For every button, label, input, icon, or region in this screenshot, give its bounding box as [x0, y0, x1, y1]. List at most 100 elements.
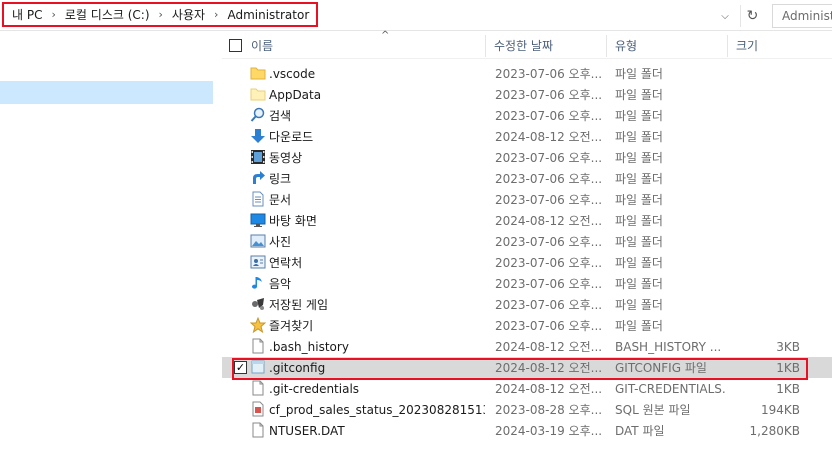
links-folder-icon [250, 170, 266, 186]
folder-icon [250, 86, 266, 102]
file-row[interactable]: 다운로드 2024-08-12 오전... 파일 폴더 [222, 126, 832, 147]
file-name: 바탕 화면 [269, 214, 317, 228]
file-type: DAT 파일 [615, 424, 665, 438]
file-size: 1KB [776, 360, 800, 375]
file-modified: 2023-07-06 오후... [495, 88, 603, 102]
file-modified: 2024-08-12 오전... [495, 214, 603, 228]
file-row[interactable]: 동영상 2023-07-06 오후... 파일 폴더 [222, 147, 832, 168]
file-row[interactable]: 문서 2023-07-06 오후... 파일 폴더 [222, 189, 832, 210]
file-name: 링크 [269, 172, 292, 186]
file-name: 즐겨찾기 [269, 319, 314, 333]
file-modified: 2023-07-06 오후... [495, 67, 603, 81]
file-type: 파일 폴더 [615, 319, 663, 333]
file-type: BASH_HISTORY ... [615, 339, 722, 354]
file-name: 검색 [269, 109, 292, 123]
nav-item-selected[interactable] [0, 81, 213, 104]
file-row[interactable]: 사진 2023-07-06 오후... 파일 폴더 [222, 231, 832, 252]
file-row[interactable]: .vscode 2023-07-06 오후... 파일 폴더 [222, 63, 832, 84]
file-size [730, 147, 800, 168]
file-type: 파일 폴더 [615, 277, 663, 291]
file-type: 파일 폴더 [615, 298, 663, 312]
column-type[interactable]: 유형 [615, 31, 725, 59]
file-row[interactable]: 저장된 게임 2023-07-06 오후... 파일 폴더 [222, 294, 832, 315]
file-name: 문서 [269, 193, 292, 207]
column-modified[interactable]: 수정한 날짜 [494, 31, 604, 59]
config-file-icon [250, 359, 266, 375]
file-row[interactable]: cf_prod_sales_status_202308281513.... 20… [222, 399, 832, 420]
breadcrumb-local-disk[interactable]: 로컬 디스크 (C:) [65, 6, 150, 23]
column-divider[interactable] [606, 35, 607, 57]
file-type: 파일 폴더 [615, 130, 663, 144]
file-row[interactable]: 연락처 2023-07-06 오후... 파일 폴더 [222, 252, 832, 273]
file-size: 1,280KB [749, 423, 800, 438]
column-size[interactable]: 크기 [736, 31, 806, 59]
search-input[interactable]: Administ [772, 4, 832, 28]
file-size [730, 126, 800, 147]
file-size [730, 105, 800, 126]
file-modified: 2023-07-06 오후... [495, 172, 603, 186]
chevron-right-icon[interactable]: › [214, 8, 218, 21]
breadcrumb-administrator[interactable]: Administrator [227, 8, 309, 22]
file-row[interactable]: 검색 2023-07-06 오후... 파일 폴더 [222, 105, 832, 126]
file-modified: 2023-07-06 오후... [495, 193, 603, 207]
file-row[interactable]: 즐겨찾기 2023-07-06 오후... 파일 폴더 [222, 315, 832, 336]
download-folder-icon [250, 128, 266, 144]
file-type: 파일 폴더 [615, 193, 663, 207]
file-row[interactable]: .bash_history 2024-08-12 오전... BASH_HIST… [222, 336, 832, 357]
address-dropdown-button[interactable]: ⌵ [716, 7, 734, 25]
column-name[interactable]: 이름 ^ [251, 30, 481, 59]
file-name: 연락처 [269, 256, 303, 270]
select-all-checkbox[interactable] [229, 39, 242, 52]
file-type: GITCONFIG 파일 [615, 361, 707, 375]
file-type: 파일 폴더 [615, 67, 663, 81]
file-icon [250, 422, 266, 438]
file-row[interactable]: 음악 2023-07-06 오후... 파일 폴더 [222, 273, 832, 294]
sql-file-icon [250, 401, 266, 417]
file-type: SQL 원본 파일 [615, 403, 691, 417]
column-divider[interactable] [727, 35, 728, 57]
file-name: .bash_history [269, 339, 349, 354]
file-modified: 2024-03-19 오후... [495, 424, 603, 438]
file-name: .gitconfig [269, 360, 326, 375]
file-size [730, 189, 800, 210]
file-modified: 2023-07-06 오후... [495, 298, 603, 312]
breadcrumb-users[interactable]: 사용자 [172, 6, 205, 23]
file-modified: 2024-08-12 오전... [495, 382, 603, 396]
file-row[interactable]: NTUSER.DAT 2024-03-19 오후... DAT 파일 1,280… [222, 420, 832, 441]
search-placeholder: Administ [782, 9, 832, 23]
contacts-folder-icon [250, 254, 266, 270]
refresh-icon: ↻ [746, 8, 759, 24]
file-modified: 2023-07-06 오후... [495, 277, 603, 291]
breadcrumb[interactable]: 내 PC › 로컬 디스크 (C:) › 사용자 › Administrator [2, 2, 318, 27]
file-name: NTUSER.DAT [269, 423, 345, 438]
saved-games-folder-icon [250, 296, 266, 312]
refresh-button[interactable]: ↻ [740, 5, 764, 27]
file-type: 파일 폴더 [615, 256, 663, 270]
breadcrumb-my-pc[interactable]: 내 PC [12, 6, 42, 23]
file-type: GIT-CREDENTIALS... [615, 381, 725, 396]
file-size: 194KB [760, 402, 800, 417]
file-row[interactable]: 링크 2023-07-06 오후... 파일 폴더 [222, 168, 832, 189]
file-type: 파일 폴더 [615, 88, 663, 102]
navigation-pane[interactable] [0, 31, 213, 463]
file-row[interactable]: AppData 2023-07-06 오후... 파일 폴더 [222, 84, 832, 105]
column-divider[interactable] [485, 35, 486, 57]
file-modified: 2023-07-06 오후... [495, 319, 603, 333]
file-size [730, 231, 800, 252]
file-modified: 2024-08-12 오전... [495, 361, 603, 375]
row-checkbox-checked[interactable]: ✓ [234, 361, 247, 374]
file-icon [250, 380, 266, 396]
favorites-folder-icon [249, 316, 267, 334]
file-modified: 2023-08-28 오후... [495, 403, 603, 417]
file-row-selected[interactable]: ✓ .gitconfig 2024-08-12 오전... GITCONFIG … [222, 357, 832, 378]
chevron-right-icon[interactable]: › [51, 8, 55, 21]
chevron-right-icon[interactable]: › [159, 8, 163, 21]
column-header: 이름 ^ 수정한 날짜 유형 크기 [222, 30, 832, 59]
file-size: 1KB [776, 381, 800, 396]
file-name: cf_prod_sales_status_202308281513.... [269, 402, 485, 417]
file-row[interactable]: 바탕 화면 2024-08-12 오전... 파일 폴더 [222, 210, 832, 231]
pictures-folder-icon [250, 233, 266, 249]
file-name: 다운로드 [269, 130, 314, 144]
file-name: 동영상 [269, 151, 303, 165]
file-row[interactable]: .git-credentials 2024-08-12 오전... GIT-CR… [222, 378, 832, 399]
